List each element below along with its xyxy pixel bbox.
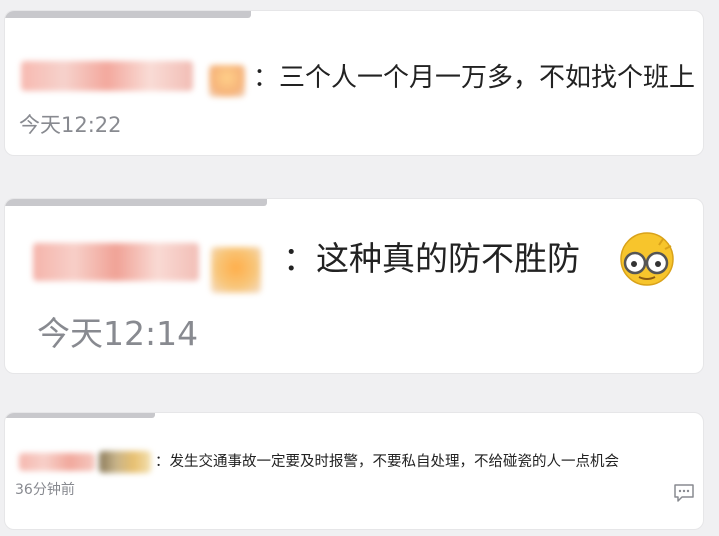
- grimace-glasses-emoji: [619, 231, 675, 287]
- user-badge-blurred: [211, 247, 261, 293]
- comment-timestamp: 36分钟前: [15, 482, 75, 498]
- username-blurred[interactable]: [21, 61, 193, 91]
- comment-card-2[interactable]: ：这种真的防不胜防 今天12:14: [4, 198, 704, 374]
- card-top-bar: [5, 11, 251, 18]
- comment-text: ：三个人一个月一万多，不如找个班上: [253, 63, 696, 93]
- username-blurred[interactable]: [33, 243, 199, 281]
- user-badge-blurred: [209, 65, 245, 97]
- comment-card-3[interactable]: ：发生交通事故一定要及时报警，不要私自处理，不给碰瓷的人一点机会 36分钟前: [4, 412, 704, 530]
- card-top-bar: [5, 199, 267, 206]
- reply-icon[interactable]: [673, 483, 695, 503]
- comment-card-1[interactable]: ：三个人一个月一万多，不如找个班上 今天12:22: [4, 10, 704, 156]
- comment-timestamp: 今天12:22: [19, 113, 122, 137]
- username-blurred[interactable]: [19, 453, 95, 471]
- card-top-bar: [5, 413, 155, 418]
- user-badge-blurred: [99, 451, 151, 473]
- comment-text: ：发生交通事故一定要及时报警，不要私自处理，不给碰瓷的人一点机会: [155, 454, 619, 470]
- comment-timestamp: 今天12:14: [37, 314, 199, 353]
- comment-text: ：这种真的防不胜防: [283, 239, 580, 278]
